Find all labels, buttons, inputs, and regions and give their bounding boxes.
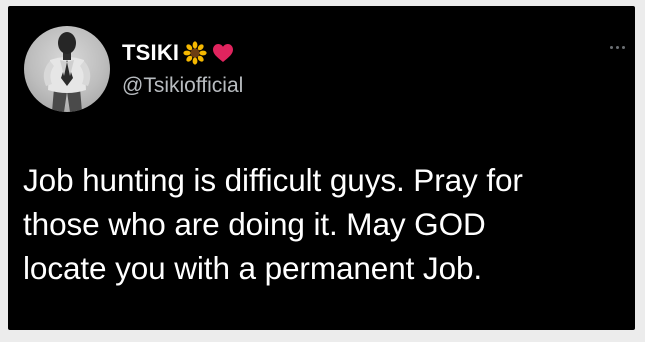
red-heart-icon (211, 41, 235, 65)
tweet-text-line: locate you with a permanent Job. (23, 250, 483, 286)
tweet-text-line: those who are doing it. May GOD (23, 206, 486, 242)
more-options-icon[interactable] (610, 46, 625, 49)
tweet-card: TSIKI @Tsikiofficial Job hunting is diff… (8, 6, 635, 330)
avatar[interactable] (24, 26, 110, 112)
screenshot-frame: TSIKI @Tsikiofficial Job hunting is diff… (0, 0, 645, 342)
tweet-text-line: Job hunting is difficult guys. Pray for (23, 162, 523, 198)
tweet-text: Job hunting is difficult guys. Pray for … (23, 158, 623, 290)
author-name-row[interactable]: TSIKI (122, 40, 235, 66)
sunflower-icon (183, 41, 207, 65)
author-handle[interactable]: @Tsikiofficial (122, 74, 243, 98)
avatar-photo (43, 32, 91, 112)
author-display-name[interactable]: TSIKI (122, 40, 179, 66)
